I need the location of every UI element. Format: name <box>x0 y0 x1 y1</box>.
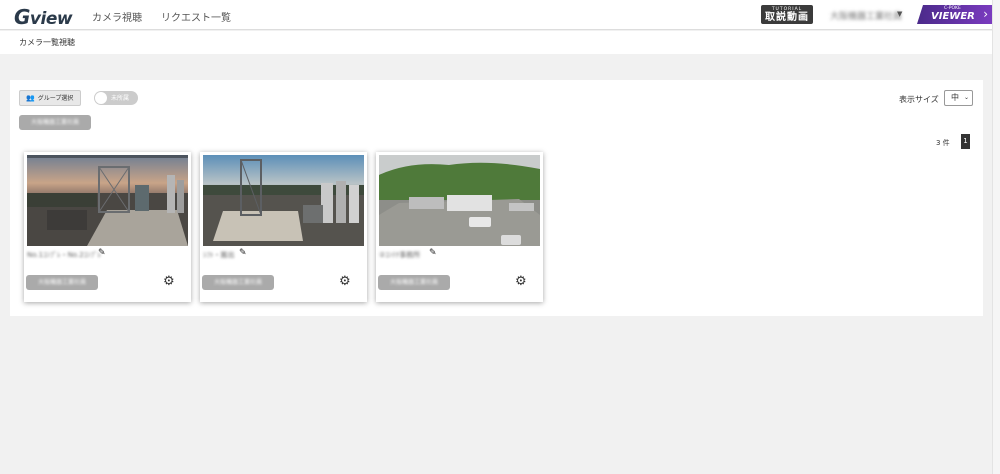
camera-list-panel: 👥 グループ選択 未所属 大阪機器工業社員 表示サイズ 中 ⌄ 3 件 1 No… <box>10 80 983 316</box>
viewer-main-label: VIEWER <box>931 11 975 22</box>
gear-icon[interactable]: ⚙ <box>339 274 351 289</box>
nav-camera-view[interactable]: カメラ視聴 <box>92 9 142 24</box>
toggle-label: 未所属 <box>111 95 130 102</box>
gear-icon[interactable]: ⚙ <box>163 274 175 289</box>
camera-card: No.1ｺﾝﾌﾟﾚ・No.2ｺﾝﾌﾟﾚ ✎ 大阪機器工業社員 ⚙ <box>24 152 191 302</box>
camera-thumbnail[interactable] <box>27 155 188 246</box>
user-menu[interactable]: 大阪機器工業社員 <box>830 9 902 22</box>
group-select-button[interactable]: 👥 グループ選択 <box>19 90 81 106</box>
caret-down-icon[interactable]: ▼ <box>897 10 902 18</box>
tutorial-main-label: 取説動画 <box>765 12 809 23</box>
camera-name: ｼﾌﾄ・搬出 <box>203 251 235 259</box>
breadcrumb: カメラ一覧視聴 <box>19 38 75 47</box>
camera-thumbnail[interactable] <box>379 155 540 246</box>
cpoke-viewer-button[interactable]: C-POKE VIEWER › <box>917 5 992 24</box>
nav-request-list[interactable]: リクエスト一覧 <box>161 9 231 24</box>
breadcrumb-bar: カメラ一覧視聴 <box>0 31 992 54</box>
chevron-down-icon: ⌄ <box>963 94 969 101</box>
display-size-select[interactable]: 中 ⌄ <box>944 90 973 106</box>
gear-icon[interactable]: ⚙ <box>515 274 527 289</box>
pencil-icon[interactable]: ✎ <box>239 248 247 258</box>
result-count: 3 件 <box>936 139 950 147</box>
camera-card: ②ｺﾝﾃﾅ事務所 ✎ 大阪機器工業社員 ⚙ <box>376 152 543 302</box>
camera-card: ｼﾌﾄ・搬出 ✎ 大阪機器工業社員 ⚙ <box>200 152 367 302</box>
camera-group-button[interactable]: 大阪機器工業社員 <box>26 275 98 290</box>
top-header: Gview カメラ視聴 リクエスト一覧 TUTORIAL 取説動画 大阪機器工業… <box>0 0 992 30</box>
camera-group-button[interactable]: 大阪機器工業社員 <box>202 275 274 290</box>
chevron-right-icon: › <box>983 7 988 21</box>
pencil-icon[interactable]: ✎ <box>429 248 437 258</box>
toggle-knob <box>95 92 107 104</box>
camera-group-button[interactable]: 大阪機器工業社員 <box>378 275 450 290</box>
display-size-label: 表示サイズ <box>899 95 939 104</box>
selected-group-chip[interactable]: 大阪機器工業社員 <box>19 115 91 130</box>
camera-thumbnail[interactable] <box>203 155 364 246</box>
page-scrollbar[interactable] <box>992 0 1000 474</box>
people-icon: 👥 <box>26 94 35 102</box>
pagination-page-1[interactable]: 1 <box>961 134 970 149</box>
camera-name: ②ｺﾝﾃﾅ事務所 <box>379 251 421 259</box>
tutorial-video-button[interactable]: TUTORIAL 取説動画 <box>761 5 813 24</box>
pencil-icon[interactable]: ✎ <box>98 248 106 258</box>
gview-logo[interactable]: Gview <box>14 5 73 29</box>
unassigned-toggle[interactable]: 未所属 <box>94 91 138 105</box>
camera-name: No.1ｺﾝﾌﾟﾚ・No.2ｺﾝﾌﾟﾚ <box>27 251 102 259</box>
